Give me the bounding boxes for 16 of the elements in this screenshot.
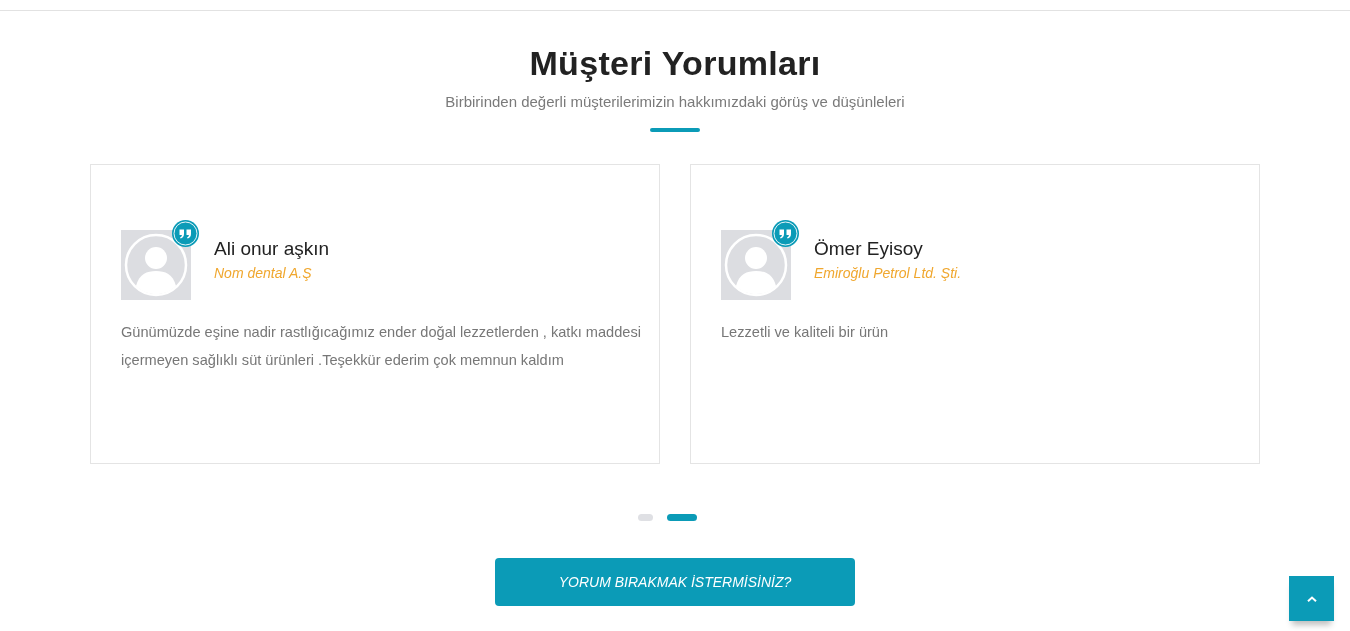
- chevron-up-icon: [1306, 595, 1317, 602]
- quote-icon: [772, 220, 799, 247]
- review-text: Lezzetli ve kaliteli bir ürün: [721, 323, 890, 342]
- avatar-icon: [721, 230, 791, 300]
- reviewer-name: Ömer Eyisoy: [814, 237, 924, 261]
- avatar-icon: [121, 230, 191, 300]
- reviewer-name: Ali onur aşkın: [214, 237, 330, 261]
- title-underline: [650, 128, 700, 132]
- reviewer-company: Emiroğlu Petrol Ltd. Şti.: [814, 264, 962, 283]
- quote-icon: [172, 220, 199, 247]
- reviewer-company: Nom dental A.Ş: [214, 264, 313, 283]
- leave-review-button[interactable]: YORUM BIRAKMAK İSTERMİSİNİZ?: [495, 558, 855, 606]
- section-title: Müşteri Yorumları: [529, 43, 821, 83]
- review-text: Günümüzde eşine nadir rastlığıcağımız ender doğal lezzetlerden , katkı maddesi içermeyen sağlıklı süt ürünleri .Teşekkür ederim çok memnun kaldım: [121, 323, 641, 370]
- scroll-to-top-button[interactable]: [1289, 576, 1334, 621]
- section-subtitle: Birbirinden değerli müşterilerimizin hakkımızdaki görüş ve düşünleleri: [445, 92, 905, 112]
